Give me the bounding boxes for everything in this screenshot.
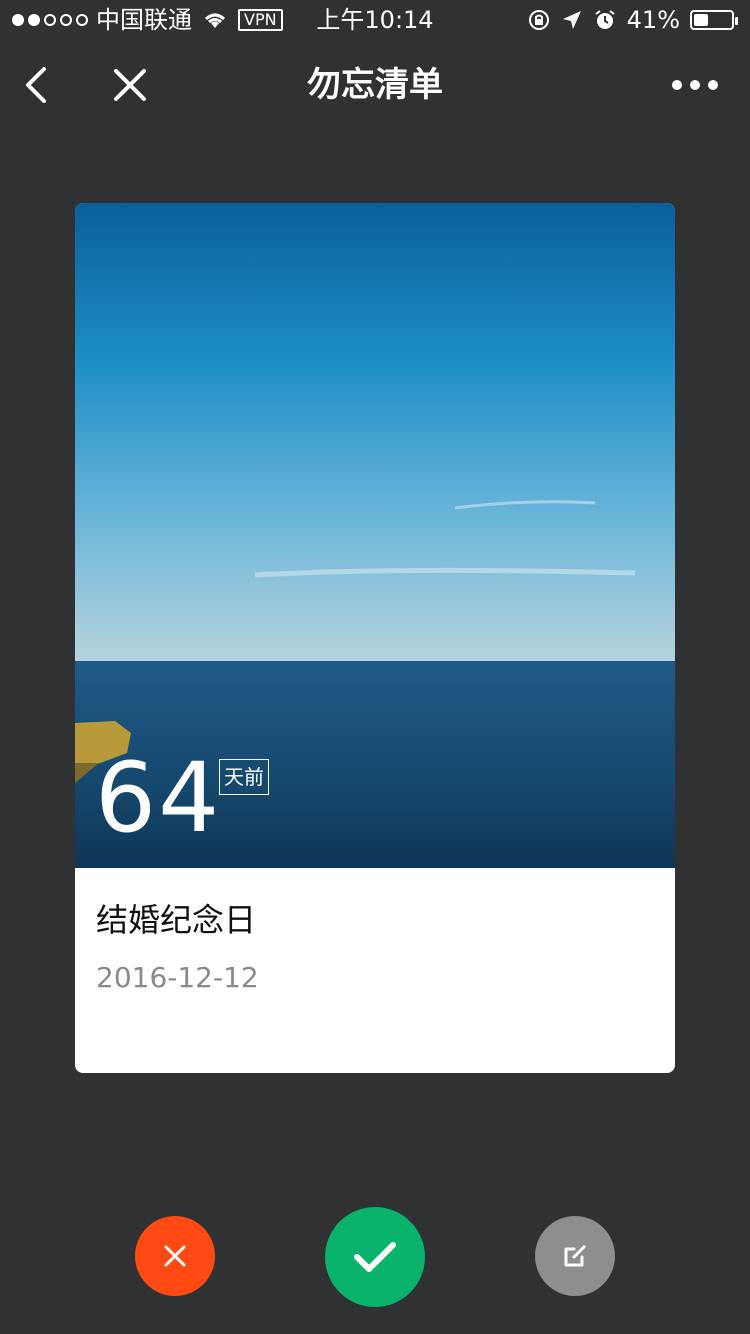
rotation-lock-icon: [528, 10, 549, 30]
close-icon: [164, 1245, 186, 1267]
days-suffix-badge: 天前: [219, 759, 269, 795]
delete-button[interactable]: [135, 1216, 215, 1296]
edit-button[interactable]: [535, 1216, 615, 1296]
edit-icon: [564, 1245, 586, 1267]
location-arrow-icon: [562, 11, 581, 29]
reminder-card[interactable]: 64 天前 结婚纪念日 2016-12-12: [75, 203, 675, 1073]
navigation-bar: 勿忘清单: [0, 40, 750, 130]
done-button[interactable]: [325, 1207, 425, 1307]
app-screen: 中国联通 VPN 上午10:14 41% 勿忘清单 64 天前 结婚纪念日 20…: [0, 0, 750, 1334]
check-icon: [354, 1242, 396, 1272]
battery-icon: [690, 10, 738, 30]
battery-percent: 41%: [626, 6, 680, 34]
action-bar: [0, 1205, 750, 1307]
more-icon: [672, 80, 718, 90]
days-count: 64: [95, 742, 222, 854]
status-bar: 中国联通 VPN 上午10:14 41%: [0, 0, 750, 40]
more-button[interactable]: [660, 58, 730, 112]
reminder-date: 2016-12-12: [96, 961, 259, 994]
status-right: 41%: [527, 6, 738, 34]
alarm-icon: [595, 10, 615, 29]
page-title: 勿忘清单: [307, 65, 443, 105]
reminder-title: 结婚纪念日: [96, 901, 257, 939]
